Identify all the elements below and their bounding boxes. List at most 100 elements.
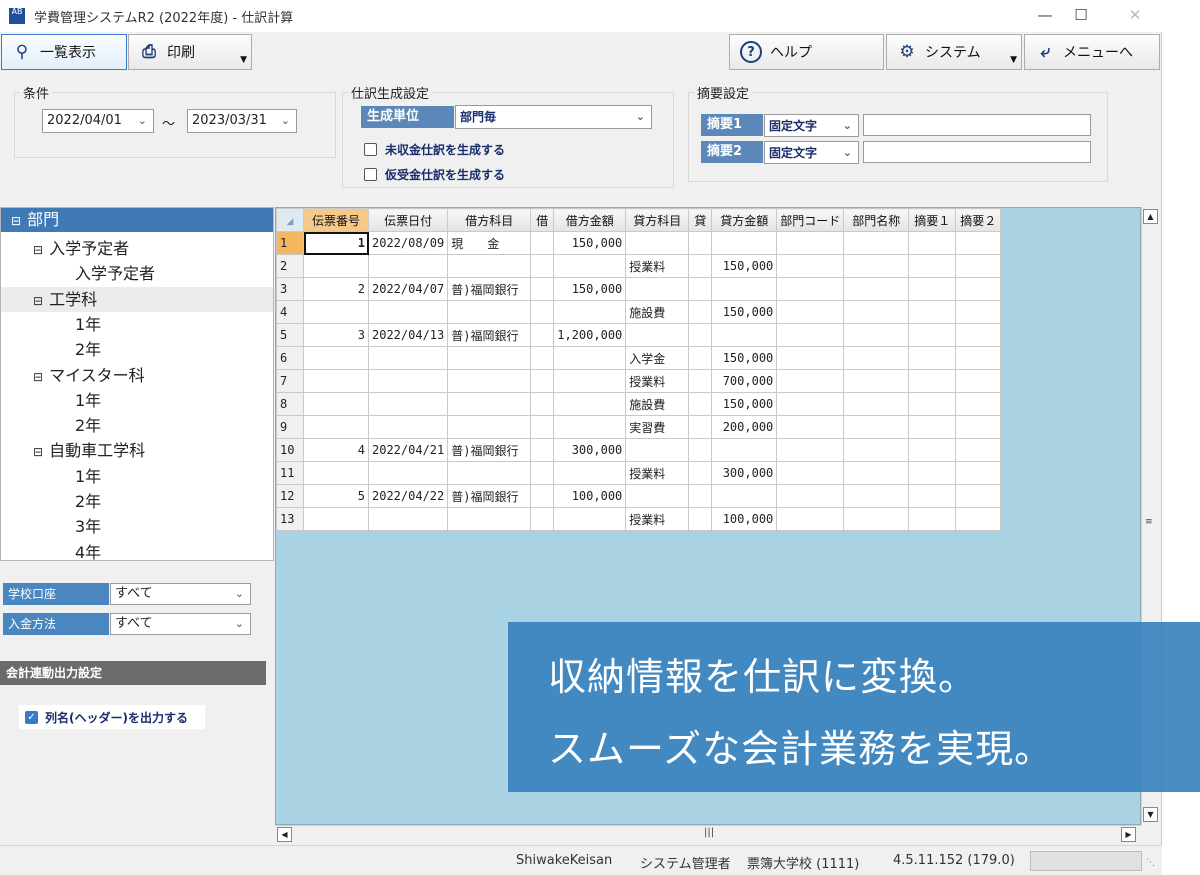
grid-cell[interactable] xyxy=(688,277,713,301)
select-all-icon[interactable]: ◢ xyxy=(287,217,294,227)
grid-cell[interactable] xyxy=(367,507,449,531)
school-account-select[interactable]: すべて ⌄ xyxy=(110,583,251,605)
grid-cell[interactable]: 150,000 xyxy=(711,346,778,370)
list-view-button[interactable]: ⚲ 一覧表示 xyxy=(1,34,127,70)
grid-cell[interactable] xyxy=(688,438,713,462)
grid-cell[interactable] xyxy=(367,415,449,439)
grid-cell[interactable] xyxy=(447,369,532,393)
table-row[interactable]: 13 授業料 100,000 xyxy=(276,507,1002,531)
table-row[interactable]: 2 授業料 150,000 xyxy=(276,254,1002,278)
grid-cell[interactable] xyxy=(553,254,627,278)
grid-cell[interactable]: 2022/04/22 xyxy=(367,484,449,508)
system-button[interactable]: ⚙ システム ▼ xyxy=(886,34,1022,70)
grid-cell[interactable] xyxy=(530,507,555,531)
grid-cell[interactable]: 授業料 xyxy=(625,461,690,485)
grid-cell[interactable] xyxy=(688,507,713,531)
grid-cell[interactable] xyxy=(908,323,957,347)
table-row[interactable]: 5 3 2022/04/13 普)福岡銀行 1,200,000 xyxy=(276,323,1002,347)
grid-cell[interactable] xyxy=(955,369,1002,393)
grid-cell[interactable] xyxy=(625,484,690,508)
grid-cell[interactable]: 5 xyxy=(303,484,369,508)
grid-cell[interactable]: 1,200,000 xyxy=(553,323,627,347)
row-number[interactable]: 9 xyxy=(276,415,304,439)
collapse-icon[interactable]: ⊟ xyxy=(33,370,43,384)
grid-cell[interactable]: 2022/04/13 xyxy=(367,323,449,347)
grid-cell[interactable] xyxy=(303,415,369,439)
summary2-text-input[interactable] xyxy=(863,141,1091,163)
grid-cell[interactable] xyxy=(776,231,845,255)
grid-cell[interactable] xyxy=(843,438,910,462)
advance-checkbox[interactable] xyxy=(364,168,377,181)
scroll-thumb-grip-icon[interactable]: ≡ xyxy=(1145,517,1153,527)
grid-cell[interactable]: 2 xyxy=(303,277,369,301)
grid-cell[interactable] xyxy=(530,438,555,462)
grid-cell[interactable]: 2022/08/09 xyxy=(367,231,449,255)
table-row[interactable]: 4 施設費 150,000 xyxy=(276,300,1002,324)
hscroll-thumb-grip-icon[interactable]: ||| xyxy=(704,827,714,838)
grid-cell[interactable] xyxy=(908,507,957,531)
table-row[interactable]: 6 入学金 150,000 xyxy=(276,346,1002,370)
grid-cell[interactable] xyxy=(955,392,1002,416)
tree-item[interactable]: ⊟ 工学科 xyxy=(1,286,273,312)
grid-cell[interactable] xyxy=(553,507,627,531)
grid-cell[interactable]: 普)福岡銀行 xyxy=(447,323,532,347)
grid-cell[interactable] xyxy=(367,392,449,416)
column-header[interactable]: 貸方科目 xyxy=(625,208,690,232)
menu-button[interactable]: ⤶ メニューへ xyxy=(1024,34,1160,70)
grid-cell[interactable] xyxy=(447,346,532,370)
grid-cell[interactable]: 施設費 xyxy=(625,392,690,416)
grid-cell[interactable] xyxy=(955,415,1002,439)
table-row[interactable]: 12 5 2022/04/22 普)福岡銀行 100,000 xyxy=(276,484,1002,508)
grid-cell[interactable] xyxy=(688,484,713,508)
row-number[interactable]: 13 xyxy=(276,507,304,531)
grid-cell[interactable] xyxy=(688,254,713,278)
grid-cell[interactable] xyxy=(625,323,690,347)
grid-cell[interactable] xyxy=(447,254,532,278)
grid-cell[interactable] xyxy=(688,392,713,416)
grid-cell[interactable] xyxy=(776,392,845,416)
payment-method-select[interactable]: すべて ⌄ xyxy=(110,613,251,635)
grid-cell[interactable] xyxy=(303,300,369,324)
grid-cell[interactable] xyxy=(447,392,532,416)
grid-cell[interactable] xyxy=(776,254,845,278)
resize-grip-icon[interactable]: ⋱ xyxy=(1146,858,1155,868)
grid-cell[interactable] xyxy=(908,254,957,278)
grid-cell[interactable] xyxy=(711,323,778,347)
grid-cell[interactable] xyxy=(303,507,369,531)
grid-cell[interactable] xyxy=(908,392,957,416)
grid-cell[interactable] xyxy=(776,507,845,531)
grid-cell[interactable] xyxy=(711,277,778,301)
grid-cell[interactable] xyxy=(776,277,845,301)
grid-cell[interactable] xyxy=(776,346,845,370)
grid-cell[interactable]: 150,000 xyxy=(711,392,778,416)
grid-cell[interactable]: 4 xyxy=(303,438,369,462)
row-number[interactable]: 7 xyxy=(276,369,304,393)
grid-cell[interactable] xyxy=(530,323,555,347)
column-header[interactable]: 部門名称 xyxy=(843,208,910,232)
tree-item[interactable]: 1年 xyxy=(1,388,273,413)
table-row[interactable]: 3 2 2022/04/07 普)福岡銀行 150,000 xyxy=(276,277,1002,301)
tree-item[interactable]: 2年 xyxy=(1,489,273,514)
tree-item[interactable]: 入学予定者 xyxy=(1,261,273,286)
date-to-picker[interactable]: 2023/03/31 ⌄ xyxy=(187,109,297,133)
grid-cell[interactable] xyxy=(955,484,1002,508)
grid-cell[interactable] xyxy=(367,300,449,324)
column-header[interactable]: 摘要１ xyxy=(908,208,957,232)
grid-cell[interactable] xyxy=(447,461,532,485)
row-number[interactable]: 12 xyxy=(276,484,304,508)
row-number[interactable]: 1 xyxy=(276,231,304,255)
collapse-icon[interactable]: ⊟ xyxy=(33,243,43,257)
grid-cell[interactable]: 100,000 xyxy=(711,507,778,531)
grid-cell[interactable] xyxy=(688,369,713,393)
grid-cell[interactable]: 3 xyxy=(303,323,369,347)
grid-cell[interactable] xyxy=(955,231,1002,255)
grid-cell[interactable] xyxy=(553,392,627,416)
grid-cell[interactable] xyxy=(908,277,957,301)
grid-cell[interactable] xyxy=(530,484,555,508)
grid-cell[interactable] xyxy=(843,461,910,485)
grid-cell[interactable] xyxy=(625,231,690,255)
grid-cell[interactable]: 300,000 xyxy=(711,461,778,485)
row-number[interactable]: 6 xyxy=(276,346,304,370)
tree-item[interactable]: ⊟ マイスター科 xyxy=(1,363,273,388)
grid-cell[interactable] xyxy=(303,461,369,485)
